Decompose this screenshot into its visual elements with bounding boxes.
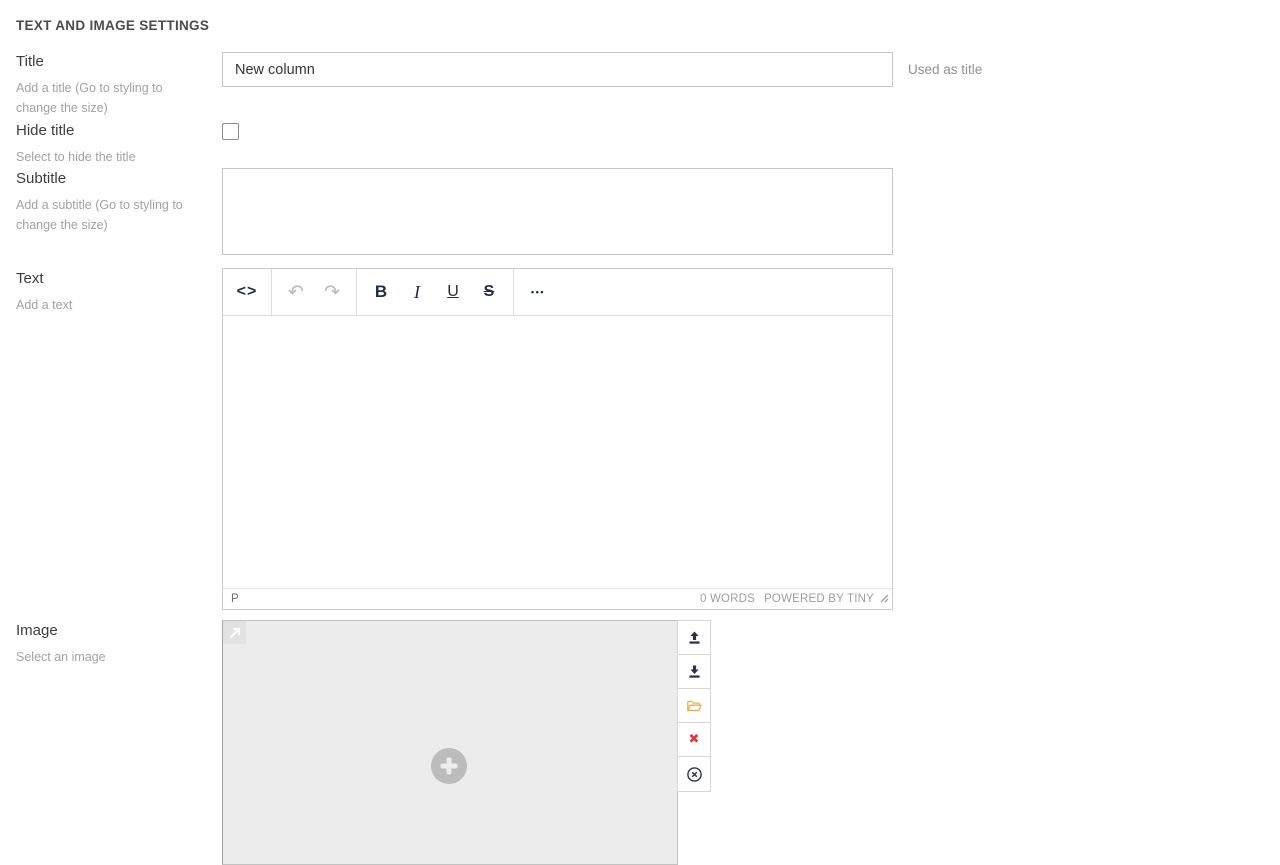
undo-button[interactable]: ↶ [278, 275, 314, 309]
browse-folder-button[interactable] [678, 689, 710, 723]
word-count[interactable]: 0 WORDS [700, 593, 755, 605]
section-title: TEXT AND IMAGE SETTINGS [16, 18, 209, 33]
hide-title-field-labels: Hide title Select to hide the title [16, 121, 198, 167]
strikethrough-icon: S [484, 283, 495, 301]
editor-toolbar: <> ↶ ↷ B I U [223, 269, 892, 316]
underline-icon: U [447, 283, 459, 301]
cancel-button[interactable] [678, 757, 710, 791]
underline-button[interactable]: U [435, 275, 471, 309]
download-icon [687, 664, 702, 679]
element-path[interactable]: P [223, 593, 239, 605]
title-help-text: Add a title (Go to styling to change the… [16, 78, 198, 118]
image-tool-column: ✖ [677, 620, 711, 792]
source-code-icon: <> [237, 283, 258, 301]
toolbar-group-history: ↶ ↷ [271, 269, 356, 315]
image-label: Image [16, 621, 198, 641]
redo-button[interactable]: ↷ [314, 275, 350, 309]
upload-icon [687, 630, 702, 645]
subtitle-label: Subtitle [16, 169, 198, 189]
editor-status-bar: P 0 WORDS POWERED BY TINY [223, 588, 892, 609]
cancel-circle-icon [686, 766, 703, 783]
corner-arrow-icon [228, 626, 242, 640]
italic-icon: I [414, 282, 420, 303]
text-help-text: Add a text [16, 295, 198, 315]
remove-x-icon: ✖ [689, 732, 700, 747]
subtitle-help-text: Add a subtitle (Go to styling to change … [16, 195, 198, 235]
resize-grip-icon [880, 594, 889, 603]
undo-icon: ↶ [288, 281, 304, 303]
title-input[interactable] [222, 52, 893, 87]
add-image-button[interactable] [430, 747, 468, 785]
more-tools-icon: ••• [531, 287, 545, 297]
plus-circle-icon [430, 747, 468, 785]
toolbar-group-code: <> [223, 269, 271, 315]
subtitle-input[interactable] [222, 168, 893, 255]
text-and-image-settings-panel: TEXT AND IMAGE SETTINGS Title Add a titl… [0, 0, 1280, 865]
download-image-button[interactable] [678, 655, 710, 689]
remove-image-button[interactable]: ✖ [678, 723, 710, 757]
strikethrough-button[interactable]: S [471, 275, 507, 309]
toolbar-group-more: ••• [513, 269, 562, 315]
subtitle-field-labels: Subtitle Add a subtitle (Go to styling t… [16, 169, 198, 235]
hide-title-label: Hide title [16, 121, 198, 141]
bold-icon: B [375, 282, 387, 302]
hide-title-help-text: Select to hide the title [16, 147, 198, 167]
more-tools-button[interactable]: ••• [520, 275, 556, 309]
text-field-labels: Text Add a text [16, 269, 198, 315]
used-as-title-note: Used as title [908, 62, 982, 77]
editor-content-area[interactable] [223, 316, 892, 588]
title-label: Title [16, 52, 198, 72]
image-field-labels: Image Select an image [16, 621, 198, 667]
title-field-labels: Title Add a title (Go to styling to chan… [16, 52, 198, 118]
editor-resize-handle[interactable] [880, 594, 889, 606]
text-label: Text [16, 269, 198, 289]
hide-title-checkbox[interactable] [222, 123, 239, 140]
rich-text-editor: <> ↶ ↷ B I U [222, 268, 893, 610]
source-code-button[interactable]: <> [229, 275, 265, 309]
image-help-text: Select an image [16, 647, 198, 667]
powered-by-tiny[interactable]: POWERED BY TINY [764, 593, 874, 605]
redo-icon: ↷ [324, 281, 340, 303]
open-folder-icon [686, 698, 702, 714]
image-placeholder[interactable] [222, 620, 678, 865]
bold-button[interactable]: B [363, 275, 399, 309]
italic-button[interactable]: I [399, 275, 435, 309]
upload-image-button[interactable] [678, 621, 710, 655]
toolbar-group-format: B I U S [356, 269, 513, 315]
status-right: 0 WORDS POWERED BY TINY [700, 593, 892, 605]
image-corner-handle[interactable] [223, 621, 246, 644]
